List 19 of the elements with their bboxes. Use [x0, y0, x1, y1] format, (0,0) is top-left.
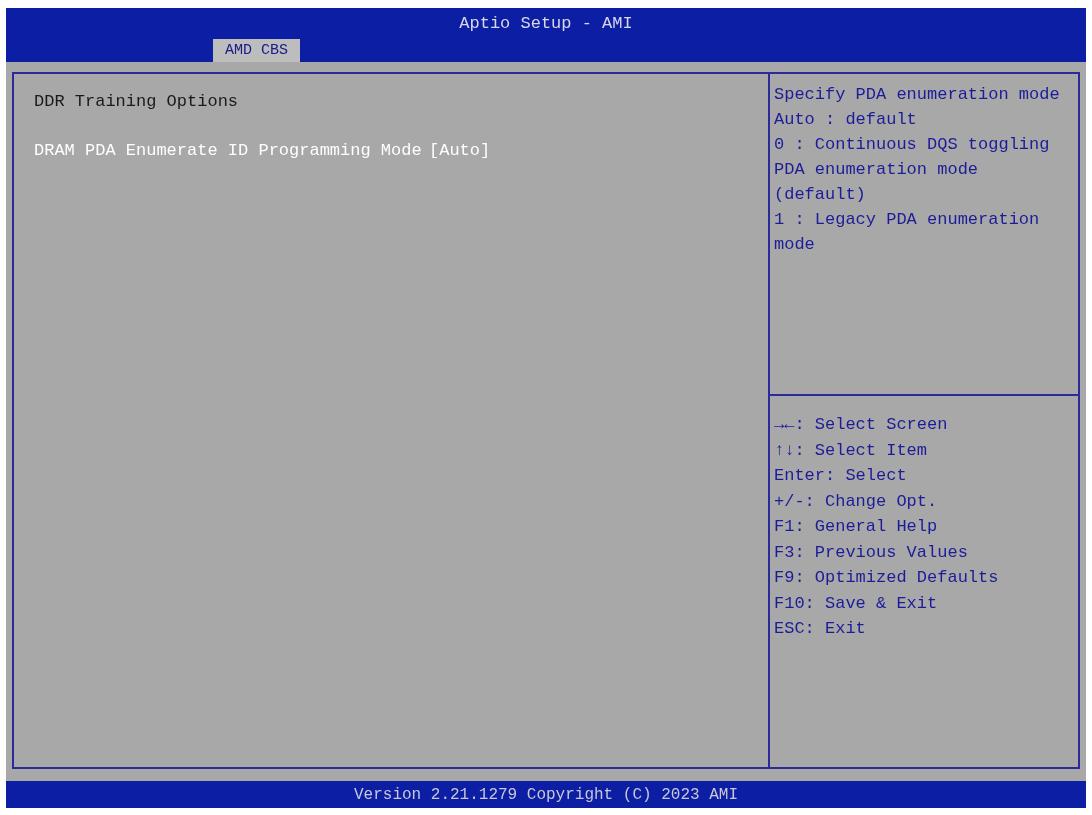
key-hint: F10: Save & Exit: [774, 592, 938, 615]
help-text: 0 : Continuous DQS toggling PDA enumeration mode (default): [774, 134, 1051, 206]
window-title: Aptio Setup - AMI: [459, 13, 633, 33]
key-hint: Enter: Select: [774, 465, 907, 487]
help-text: Specify PDA enumeration mode: [774, 84, 1061, 106]
help-text: 1 : Legacy PDA enumeration mode: [774, 209, 1041, 256]
setting-label: DRAM PDA Enumerate ID Programming Mode: [34, 140, 423, 162]
key-hint: F1: General Help: [774, 516, 938, 538]
key-hint: +/-: Change Opt.: [774, 490, 938, 513]
key-hint: ↑↓: Select Item: [774, 439, 928, 462]
tab[interactable]: AMD CBS: [213, 39, 300, 62]
help-text: Auto : default: [774, 109, 918, 131]
key-hint: →←: Select Screen: [774, 414, 948, 436]
key-hint: F3: Previous Values: [774, 541, 968, 564]
key-hint: ESC: Exit: [774, 618, 866, 640]
setting-value: [Auto]: [429, 140, 491, 162]
key-hint: F9: Optimized Defaults: [774, 567, 999, 589]
section-heading: DDR Training Options: [34, 92, 240, 111]
status-bar: Version 2.21.1279 Copyright (C) 2023 AMI: [6, 781, 1086, 808]
